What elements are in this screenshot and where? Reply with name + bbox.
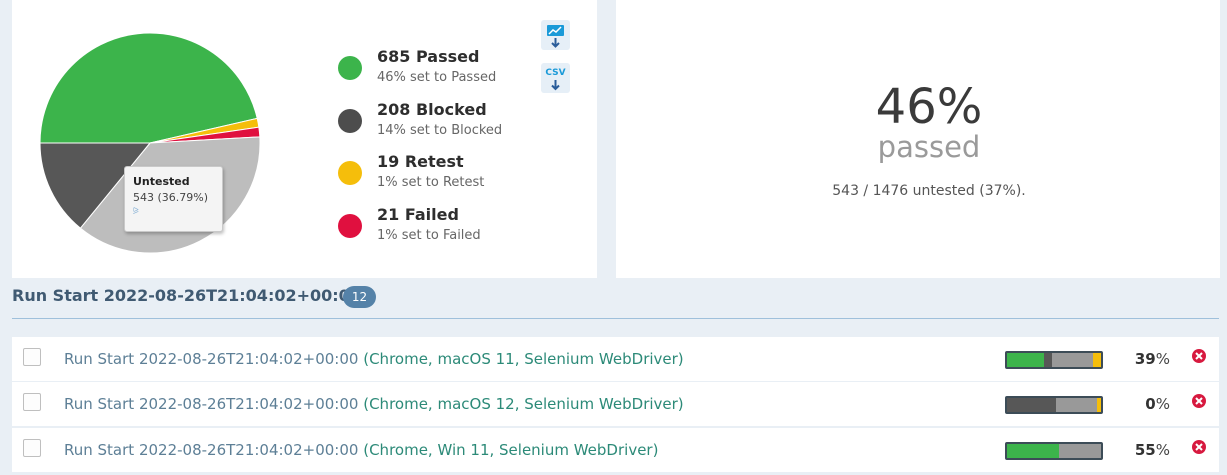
progress-segment-untested: [1055, 398, 1098, 412]
legend-subtitle: 1% set to Failed: [377, 228, 481, 243]
run-passed-percent: 55%: [1134, 441, 1170, 459]
tooltip-title: Untested: [133, 175, 190, 188]
run-group-title[interactable]: Run Start 2022-08-26T21:04:02+00:00: [12, 286, 361, 305]
legend-subtitle: 46% set to Passed: [377, 70, 497, 85]
run-link[interactable]: Run Start 2022-08-26T21:04:02+00:00 (Chr…: [64, 395, 684, 413]
legend-dot-failed: [338, 214, 362, 238]
progress-segment-retest: [1092, 353, 1101, 367]
run-config[interactable]: (Chrome, macOS 12, Selenium WebDriver): [363, 395, 683, 413]
csv-download-icon: [551, 80, 560, 91]
run-progress-bar: [1005, 351, 1103, 369]
progress-segment-blocked: [1043, 353, 1053, 367]
run-passed-percent: 0%: [1145, 395, 1170, 413]
untested-summary: 543 / 1476 untested (37%).: [832, 183, 1026, 199]
run-checkbox[interactable]: [23, 348, 41, 366]
run-name[interactable]: Run Start 2022-08-26T21:04:02+00:00: [64, 395, 358, 413]
pie-tooltip: Untested 543 (36.79%) ⪩: [124, 166, 223, 232]
run-row: Run Start 2022-08-26T21:04:02+00:00 (Chr…: [12, 428, 1219, 472]
run-progress-bar: [1005, 396, 1103, 414]
percent-value: 39: [1134, 350, 1156, 368]
delete-icon[interactable]: [1191, 348, 1207, 364]
legend-dot-blocked: [338, 109, 362, 133]
legend-subtitle: 14% set to Blocked: [377, 123, 503, 138]
legend-dot-retest: [338, 161, 362, 185]
divider: [12, 318, 1219, 319]
percent-value: 55: [1134, 441, 1156, 459]
run-link[interactable]: Run Start 2022-08-26T21:04:02+00:00 (Chr…: [64, 350, 684, 368]
export-csv-button[interactable]: CSV: [541, 63, 570, 93]
progress-segment-passed: [1007, 444, 1059, 458]
legend-dot-passed: [338, 56, 362, 80]
legend-title: 208 Blocked: [377, 100, 487, 119]
legend-subtitle: 1% set to Retest: [377, 175, 485, 190]
passed-percentage: 46%: [875, 79, 983, 135]
run-row: Run Start 2022-08-26T21:04:02+00:00 (Chr…: [12, 337, 1219, 381]
progress-segment-passed: [1007, 353, 1044, 367]
legend-title: 21 Failed: [377, 205, 459, 224]
legend-title: 19 Retest: [377, 152, 464, 171]
tooltip-chevron-icon: ⪩: [133, 205, 139, 216]
run-row: Run Start 2022-08-26T21:04:02+00:00 (Chr…: [12, 382, 1219, 426]
run-passed-percent: 39%: [1134, 350, 1170, 368]
run-progress-bar: [1005, 442, 1103, 460]
run-name[interactable]: Run Start 2022-08-26T21:04:02+00:00: [64, 441, 358, 459]
run-checkbox[interactable]: [23, 439, 41, 457]
tooltip-value: 543 (36.79%): [133, 191, 209, 204]
progress-segment-untested: [1052, 353, 1093, 367]
progress-segment-untested: [1058, 444, 1101, 458]
status-chart-panel: Untested 543 (36.79%) ⪩ 685 Passed 46% s…: [12, 0, 597, 278]
run-checkbox[interactable]: [23, 393, 41, 411]
delete-icon[interactable]: [1191, 439, 1207, 455]
progress-segment-retest: [1097, 398, 1101, 412]
run-config[interactable]: (Chrome, Win 11, Selenium WebDriver): [363, 441, 658, 459]
run-config[interactable]: (Chrome, macOS 11, Selenium WebDriver): [363, 350, 683, 368]
legend-title: 685 Passed: [377, 47, 480, 66]
progress-segment-blocked: [1007, 398, 1056, 412]
run-count-badge: 12: [343, 286, 376, 308]
summary-stats-panel: 46% passed 543 / 1476 untested (37%).: [616, 0, 1220, 278]
passed-label: passed: [877, 130, 981, 164]
chart-image-download-icon: [547, 25, 564, 48]
run-name[interactable]: Run Start 2022-08-26T21:04:02+00:00: [64, 350, 358, 368]
export-image-button[interactable]: [541, 20, 570, 50]
delete-icon[interactable]: [1191, 393, 1207, 409]
run-link[interactable]: Run Start 2022-08-26T21:04:02+00:00 (Chr…: [64, 441, 658, 459]
percent-value: 0: [1145, 395, 1156, 413]
